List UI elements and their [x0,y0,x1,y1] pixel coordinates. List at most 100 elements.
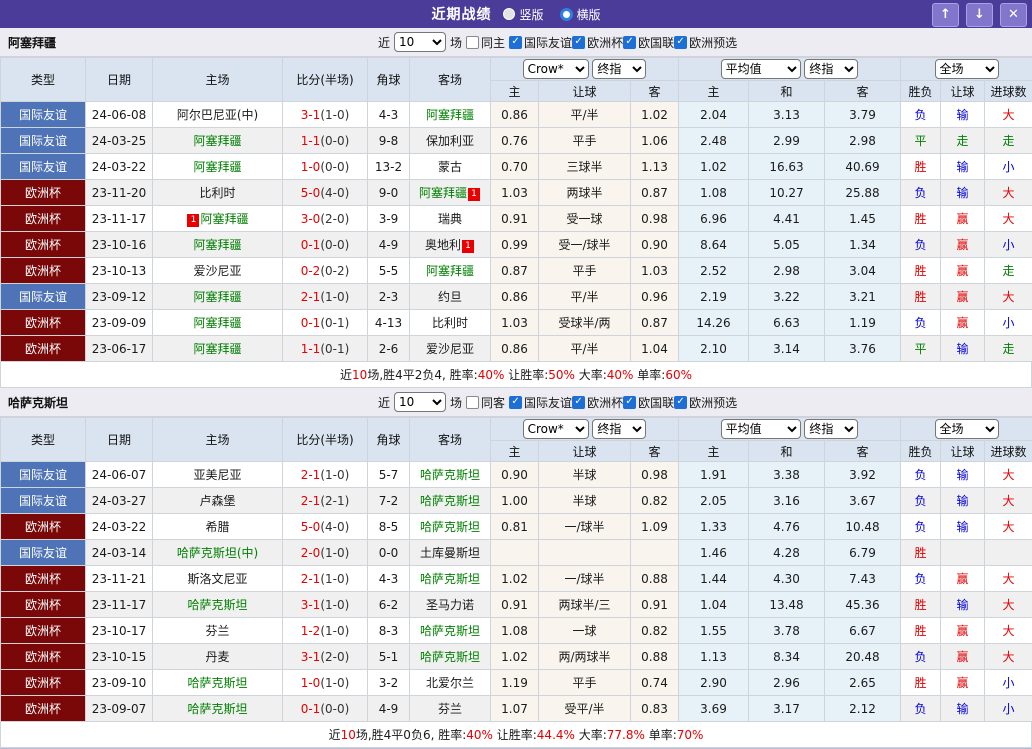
same-venue-filter[interactable]: 同客 [466,394,505,411]
same-venue-filter[interactable]: 同主 [466,34,505,51]
result-goals-value: 走 [1003,342,1015,356]
recent-results-window: 近期战绩 竖版 横版 ↑ ↓ ✕ 阿塞拜疆 近 10 场 同主 [0,0,1032,749]
handicap-line: 两/两球半 [539,644,631,670]
score-cell: 2-1(1-0) [283,566,368,592]
score-cell: 3-1(1-0) [283,102,368,128]
home-team: 比利时 [153,180,283,206]
result-handicap-value: 赢 [957,624,969,638]
away-team: 蒙古 [410,154,491,180]
horizontal-layout-option[interactable]: 横版 [560,6,601,23]
match-count-select[interactable]: 10 [394,392,446,412]
col-home: 主场 [153,58,283,102]
league-filter[interactable]: 欧国联 [623,394,674,411]
result-wdl: 胜 [901,284,941,310]
checkbox-checked-icon[interactable] [572,36,585,49]
average-time-select[interactable]: 终指 [804,419,858,439]
halftime-score: (1-0) [320,290,349,304]
result-handicap-value: 输 [957,468,969,482]
result-goals: 小 [985,154,1032,180]
average-select[interactable]: 平均值 [721,419,801,439]
fulltime-select[interactable]: 全场 [935,419,999,439]
checkbox-checked-icon[interactable] [623,36,636,49]
odds-time-select[interactable]: 终指 [592,59,646,79]
match-date: 23-09-12 [86,284,153,310]
checkbox-checked-icon[interactable] [509,36,522,49]
league-filter[interactable]: 欧洲预选 [674,34,737,51]
league-filter[interactable]: 欧洲杯 [572,394,623,411]
home-team: 阿塞拜疆 [153,128,283,154]
result-handicap: 输 [941,102,985,128]
match-date: 24-06-08 [86,102,153,128]
match-date: 23-10-17 [86,618,153,644]
average-time-select[interactable]: 终指 [804,59,858,79]
result-wdl: 胜 [901,540,941,566]
competition-badge: 欧洲杯 [1,644,86,670]
match-date: 23-09-07 [86,696,153,722]
result-goals: 大 [985,566,1032,592]
result-goals-value: 大 [1003,572,1015,586]
fulltime-score: 5-0 [301,520,321,534]
home-odds: 0.86 [491,336,539,362]
vertical-layout-option[interactable]: 竖版 [503,6,543,23]
average-select[interactable]: 平均值 [721,59,801,79]
checkbox-checked-icon[interactable] [674,396,687,409]
match-row: 欧洲杯23-10-17芬兰1-2(1-0)8-3哈萨克斯坦1.08一球0.821… [1,618,1032,644]
summary-kazakhstan: 近10场,胜4平0负6, 胜率:40% 让胜率:44.4% 大率:77.8% 单… [0,722,1032,748]
fulltime-score: 2-1 [301,494,321,508]
league-filter[interactable]: 欧洲预选 [674,394,737,411]
checkbox-unchecked-icon[interactable] [466,396,479,409]
close-button[interactable]: ✕ [1000,3,1027,27]
avg-draw-odds: 4.28 [749,540,825,566]
odds-time-select[interactable]: 终指 [592,419,646,439]
corners: 7-2 [368,488,410,514]
checkbox-checked-icon[interactable] [509,396,522,409]
away-odds: 1.03 [631,258,679,284]
col-date: 日期 [86,418,153,462]
bookmaker-select[interactable]: Crow* [523,419,589,439]
score-cell: 2-1(1-0) [283,462,368,488]
result-handicap: 赢 [941,670,985,696]
checkbox-checked-icon[interactable] [623,396,636,409]
matches-table-azerbaijan: 类型 日期 主场 比分(半场) 角球 客场 Crow* 终指 平均值 终指 全场 [0,57,1032,362]
col-date: 日期 [86,58,153,102]
away-odds: 0.87 [631,180,679,206]
avg-away-odds: 3.21 [825,284,901,310]
league-filter[interactable]: 国际友谊 [509,34,572,51]
competition-badge: 欧洲杯 [1,258,86,284]
result-handicap-value: 输 [957,342,969,356]
league-filter[interactable]: 欧国联 [623,34,674,51]
away-odds: 1.04 [631,336,679,362]
move-up-button[interactable]: ↑ [932,3,959,27]
league-label: 国际友谊 [524,34,572,51]
radio-selected-icon[interactable] [560,8,573,21]
score-cell: 1-0(0-0) [283,154,368,180]
match-date: 23-06-17 [86,336,153,362]
result-wdl: 胜 [901,206,941,232]
bookmaker-select[interactable]: Crow* [523,59,589,79]
league-filter[interactable]: 欧洲杯 [572,34,623,51]
away-team: 约旦 [410,284,491,310]
result-handicap: 赢 [941,258,985,284]
result-handicap: 输 [941,488,985,514]
home-team: 芬兰 [153,618,283,644]
result-handicap-value: 输 [957,520,969,534]
halftime-score: (1-0) [320,546,349,560]
avg-draw-odds: 6.63 [749,310,825,336]
move-down-button[interactable]: ↓ [966,3,993,27]
result-wdl: 平 [901,336,941,362]
league-filter[interactable]: 国际友谊 [509,394,572,411]
avg-home-odds: 2.04 [679,102,749,128]
checkbox-checked-icon[interactable] [572,396,585,409]
result-handicap: 输 [941,336,985,362]
radio-unselected-icon[interactable] [503,8,515,20]
result-handicap: 输 [941,514,985,540]
average-group: 平均值 终指 [679,418,901,441]
checkbox-checked-icon[interactable] [674,36,687,49]
match-count-select[interactable]: 10 [394,32,446,52]
result-handicap-value: 输 [957,160,969,174]
checkbox-unchecked-icon[interactable] [466,36,479,49]
fulltime-select[interactable]: 全场 [935,59,999,79]
section-header-azerbaijan: 阿塞拜疆 近 10 场 同主 国际友谊欧洲杯欧国联欧洲预选 [0,28,1032,57]
competition-badge: 欧洲杯 [1,566,86,592]
avg-home-odds: 8.64 [679,232,749,258]
